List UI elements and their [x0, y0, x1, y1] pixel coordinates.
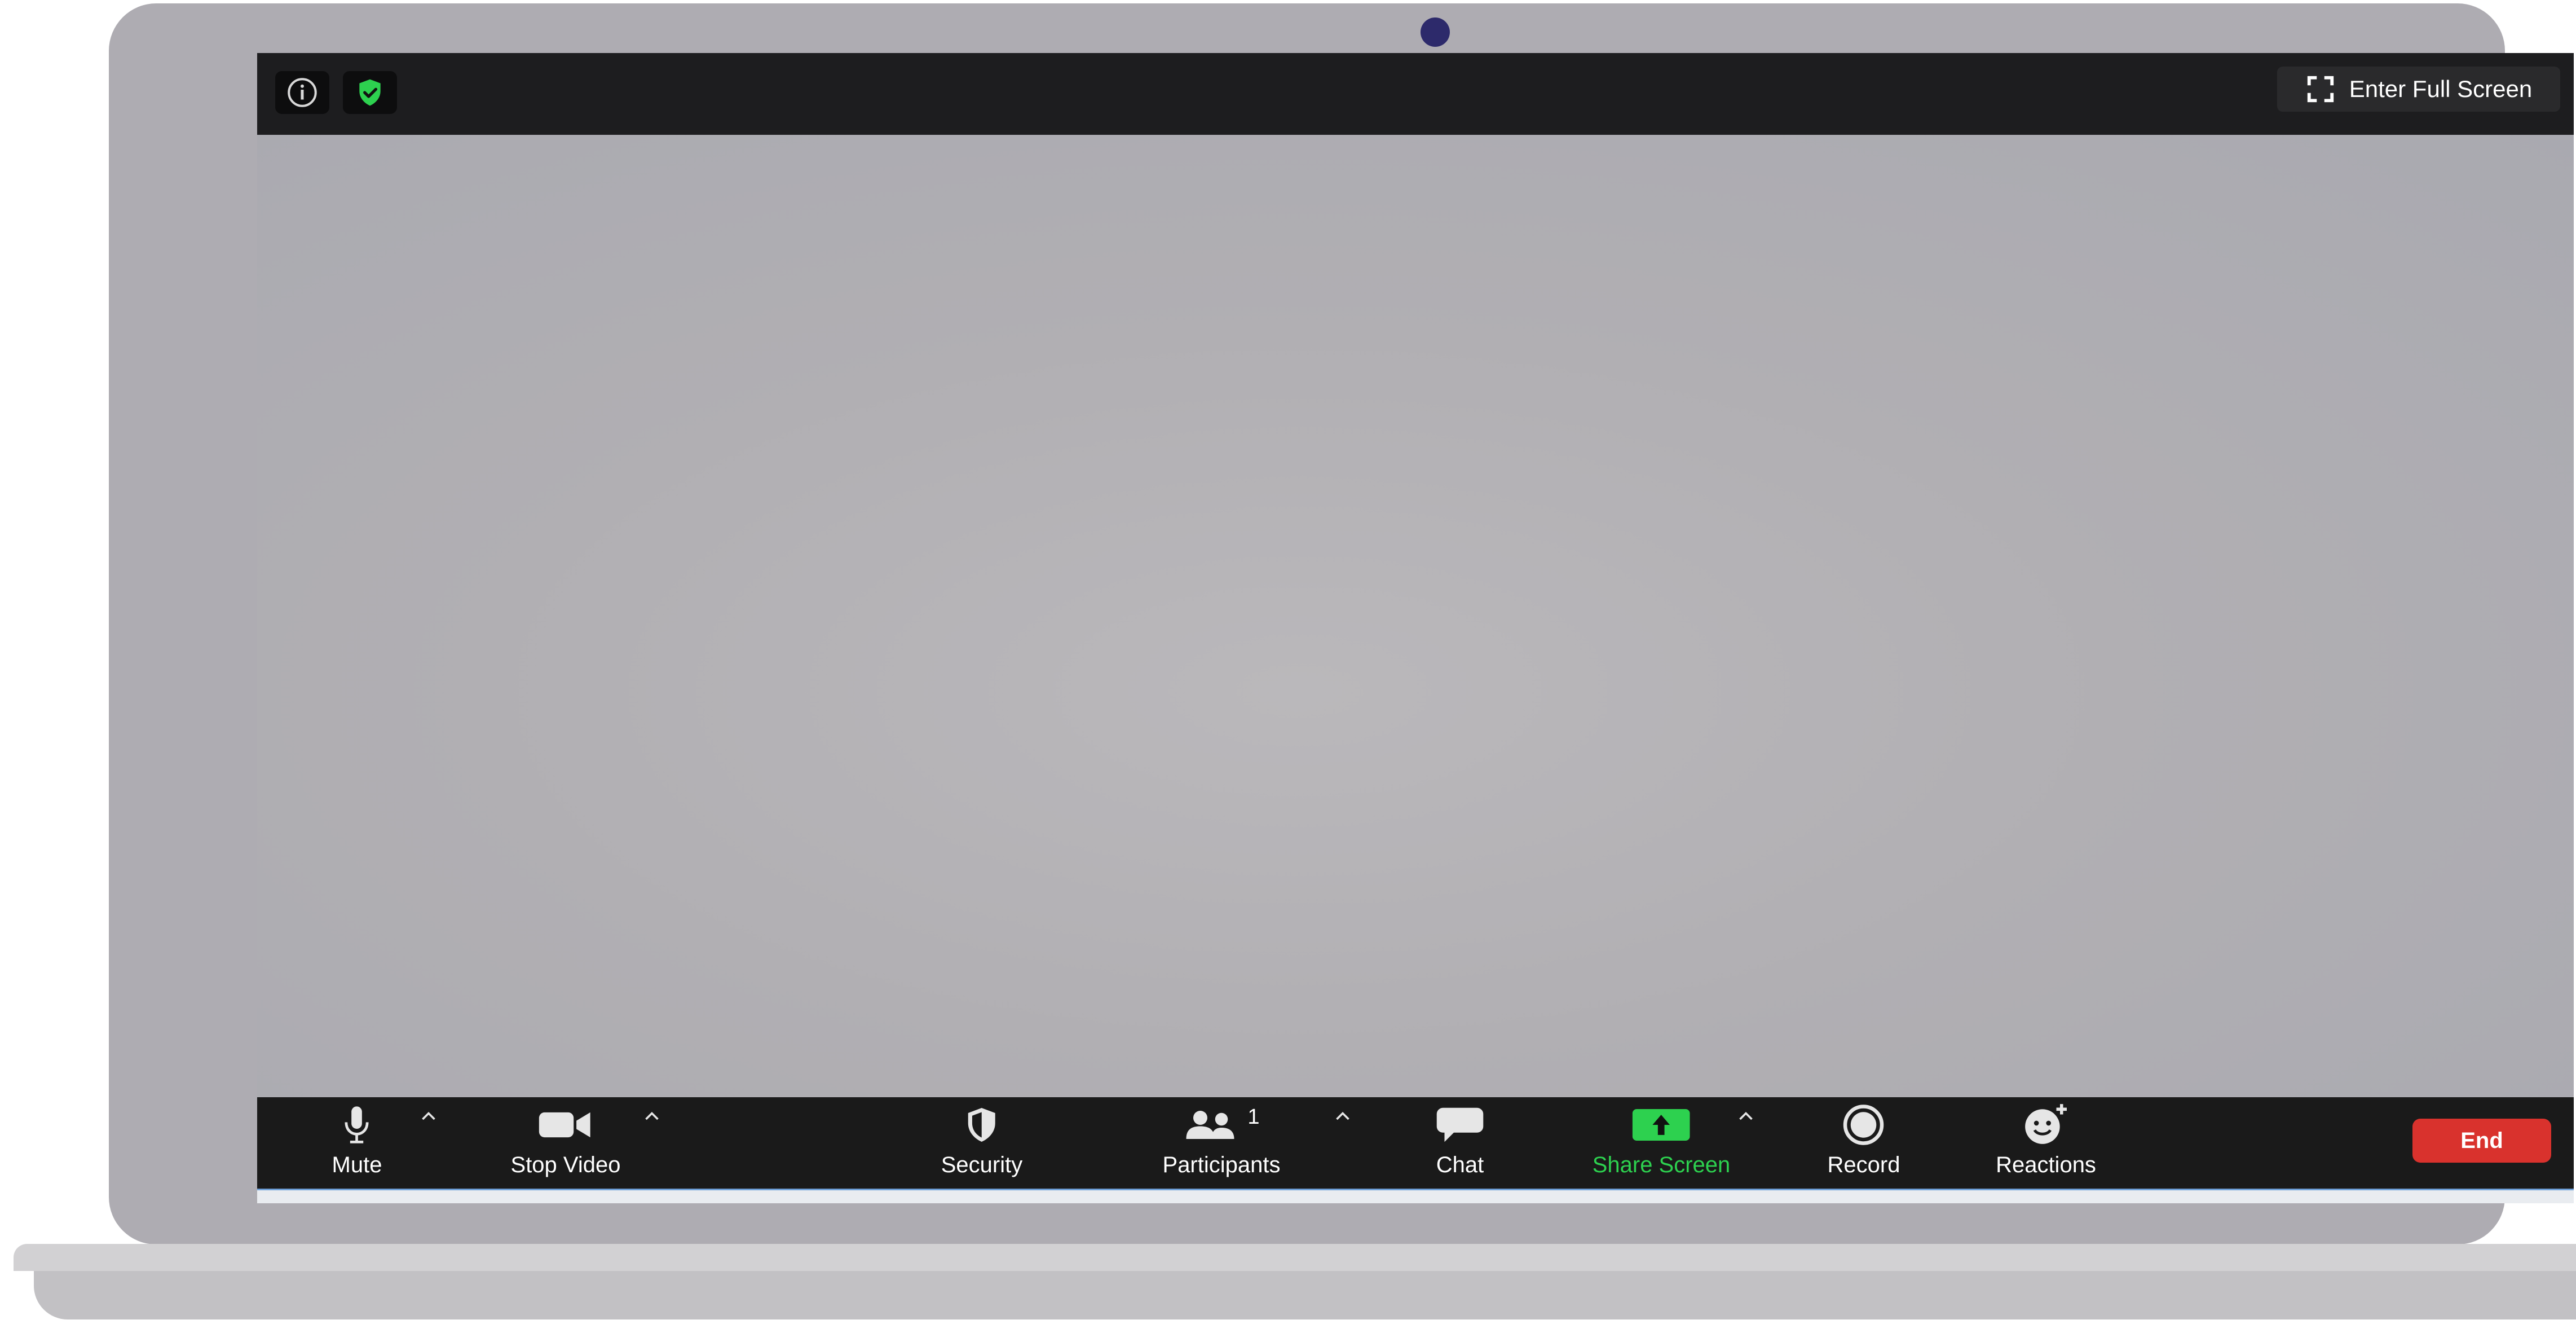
mute-button[interactable]: Mute [332, 1103, 382, 1183]
chevron-up-icon [1739, 1111, 1753, 1120]
participants-options-caret[interactable] [1334, 1110, 1351, 1125]
security-label: Security [941, 1153, 1023, 1177]
microphone-icon [345, 1106, 369, 1143]
enter-full-screen-button[interactable]: Enter Full Screen [2277, 67, 2560, 112]
laptop-base-bottom [34, 1271, 2576, 1319]
participants-count: 1 [1247, 1105, 1260, 1129]
audio-options-caret[interactable] [420, 1110, 437, 1125]
end-meeting-button[interactable]: End [2412, 1119, 2551, 1163]
stop-video-label: Stop Video [510, 1153, 621, 1177]
participants-button[interactable]: 1 Participants [1163, 1103, 1281, 1183]
video-camera-icon [539, 1112, 591, 1138]
shield-check-icon [359, 79, 381, 106]
mute-label: Mute [332, 1153, 382, 1177]
record-label: Record [1827, 1153, 1900, 1177]
video-feed [257, 135, 2574, 1179]
chat-label: Chat [1436, 1153, 1484, 1177]
share-screen-label: Share Screen [1592, 1153, 1731, 1177]
share-screen-button[interactable]: Share Screen [1592, 1103, 1731, 1183]
webcam-dot [1421, 17, 1450, 47]
info-icon [288, 78, 317, 107]
meeting-top-bar: Enter Full Screen [257, 53, 2574, 135]
record-circle-icon [1843, 1105, 1884, 1145]
encryption-status-button[interactable] [343, 71, 397, 114]
shield-icon [968, 1108, 995, 1142]
laptop-mockup: Enter Full Screen Mute Stop Video Securi… [0, 0, 2576, 1324]
enter-full-screen-label: Enter Full Screen [2349, 76, 2533, 102]
chevron-up-icon [1336, 1111, 1349, 1120]
laptop-lid: Enter Full Screen Mute Stop Video Securi… [109, 3, 2574, 1244]
stop-video-button[interactable]: Stop Video [510, 1103, 621, 1183]
record-button[interactable]: Record [1828, 1103, 1900, 1183]
laptop-base-top [14, 1244, 2576, 1271]
reactions-button[interactable]: Reactions [1996, 1103, 2096, 1183]
video-options-caret[interactable] [643, 1110, 660, 1125]
chevron-up-icon [422, 1111, 435, 1120]
share-screen-arrow-icon [1633, 1109, 1690, 1141]
chevron-up-icon [645, 1111, 659, 1120]
meeting-window: Enter Full Screen Mute Stop Video Securi… [257, 53, 2574, 1203]
share-options-caret[interactable] [1737, 1110, 1754, 1125]
end-label: End [2460, 1128, 2503, 1153]
expand-icon [2307, 76, 2334, 103]
meeting-info-button[interactable] [275, 71, 329, 114]
security-button[interactable]: Security [941, 1103, 1023, 1183]
participants-label: Participants [1162, 1153, 1281, 1177]
chat-button[interactable]: Chat [1435, 1103, 1485, 1183]
window-bottom-strip [257, 1189, 2574, 1203]
reactions-label: Reactions [1996, 1153, 2096, 1177]
chat-bubble-icon [1436, 1107, 1484, 1142]
smiley-plus-icon [2025, 1104, 2067, 1144]
meeting-controls-toolbar: Mute Stop Video Security 1 Participants … [257, 1097, 2574, 1189]
people-icon [1186, 1111, 1234, 1139]
